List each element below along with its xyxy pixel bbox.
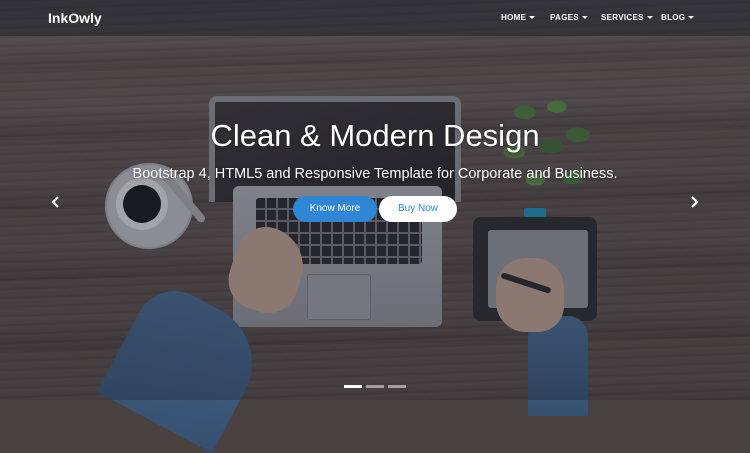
nav-item-pages-label: PAGES xyxy=(550,13,579,22)
caret-down-icon xyxy=(581,16,588,20)
carousel-indicator[interactable] xyxy=(388,385,406,388)
carousel-indicator[interactable] xyxy=(344,385,362,388)
nav-item-home-label: HOME xyxy=(501,13,527,22)
caret-down-icon xyxy=(646,16,653,20)
chevron-right-icon xyxy=(691,196,699,208)
nav-item-home[interactable]: HOME xyxy=(501,13,536,22)
caret-down-icon xyxy=(529,16,536,20)
nav-item-blog[interactable]: BLOG xyxy=(661,13,695,22)
chevron-left-icon xyxy=(51,196,59,208)
hero-overlay xyxy=(0,0,750,400)
carousel-prev-button[interactable] xyxy=(48,194,64,210)
hero-subtitle: Bootstrap 4, HTML5 and Responsive Templa… xyxy=(132,166,618,182)
know-more-button[interactable]: Know More xyxy=(293,196,377,222)
hero-title: Clean & Modern Design xyxy=(210,118,540,153)
buy-now-button[interactable]: Buy Now xyxy=(379,196,457,222)
carousel-next-button[interactable] xyxy=(686,194,702,210)
nav-item-blog-label: BLOG xyxy=(661,13,686,22)
nav-item-services-label: SERVICES xyxy=(601,13,644,22)
nav-item-pages[interactable]: PAGES xyxy=(550,13,588,22)
nav-item-services[interactable]: SERVICES xyxy=(601,13,653,22)
brand-logo[interactable]: InkOwly xyxy=(48,10,102,26)
navbar: InkOwly HOME PAGES SERVICES BLOG xyxy=(0,0,750,36)
carousel-indicator[interactable] xyxy=(366,385,384,388)
caret-down-icon xyxy=(688,16,695,20)
